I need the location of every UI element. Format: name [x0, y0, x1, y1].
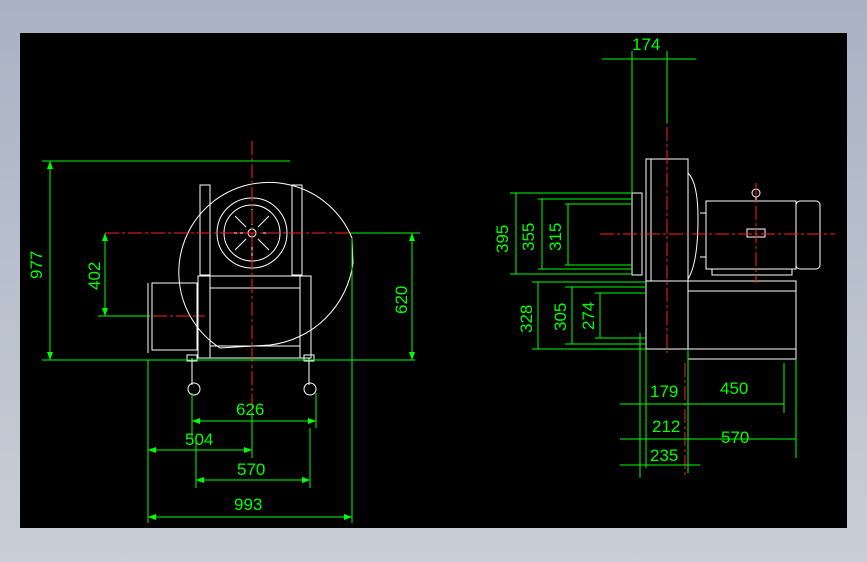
dim-front-overall-width: 993: [234, 495, 262, 514]
dim-front-overall-height: 977: [27, 251, 46, 279]
dim-side-355: 355: [519, 223, 538, 251]
front-view: [147, 181, 354, 396]
motor-end-cap: [795, 200, 821, 270]
caster-left: [186, 354, 201, 396]
dim-front-outlet-height: 620: [392, 286, 411, 314]
dim-side-274: 274: [579, 302, 598, 330]
side-center-lines: [600, 58, 835, 478]
dim-side-top-width: 174: [632, 35, 660, 54]
dim-side-450: 450: [720, 379, 748, 398]
front-center-lines: [105, 141, 365, 413]
pedestal-left: [199, 184, 211, 276]
dim-front-offset: 504: [185, 430, 213, 449]
cad-drawing-canvas[interactable]: 977 402 620 626 504 570 993 174 395 355 …: [20, 33, 847, 528]
motor-base: [687, 280, 797, 360]
front-dimensions: [42, 160, 420, 523]
dim-front-inlet-height: 402: [85, 262, 104, 290]
dim-side-315: 315: [546, 223, 565, 251]
dim-side-305: 305: [551, 303, 570, 331]
dim-front-wheel-spacing: 626: [236, 400, 264, 419]
pedestal-right: [291, 184, 303, 276]
dim-side-570: 570: [721, 428, 749, 447]
fan-drawing: 977 402 620 626 504 570 993 174 395 355 …: [27, 35, 835, 523]
dim-side-328: 328: [517, 305, 536, 333]
motor-body: [705, 200, 797, 270]
side-dimensions: [510, 51, 797, 478]
side-view: [631, 158, 821, 360]
dim-front-base-width: 570: [237, 460, 265, 479]
dim-side-212: 212: [652, 417, 680, 436]
dim-side-235: 235: [650, 446, 678, 465]
caster-right: [303, 354, 317, 396]
dim-side-179: 179: [650, 382, 678, 401]
dim-side-395: 395: [493, 225, 512, 253]
